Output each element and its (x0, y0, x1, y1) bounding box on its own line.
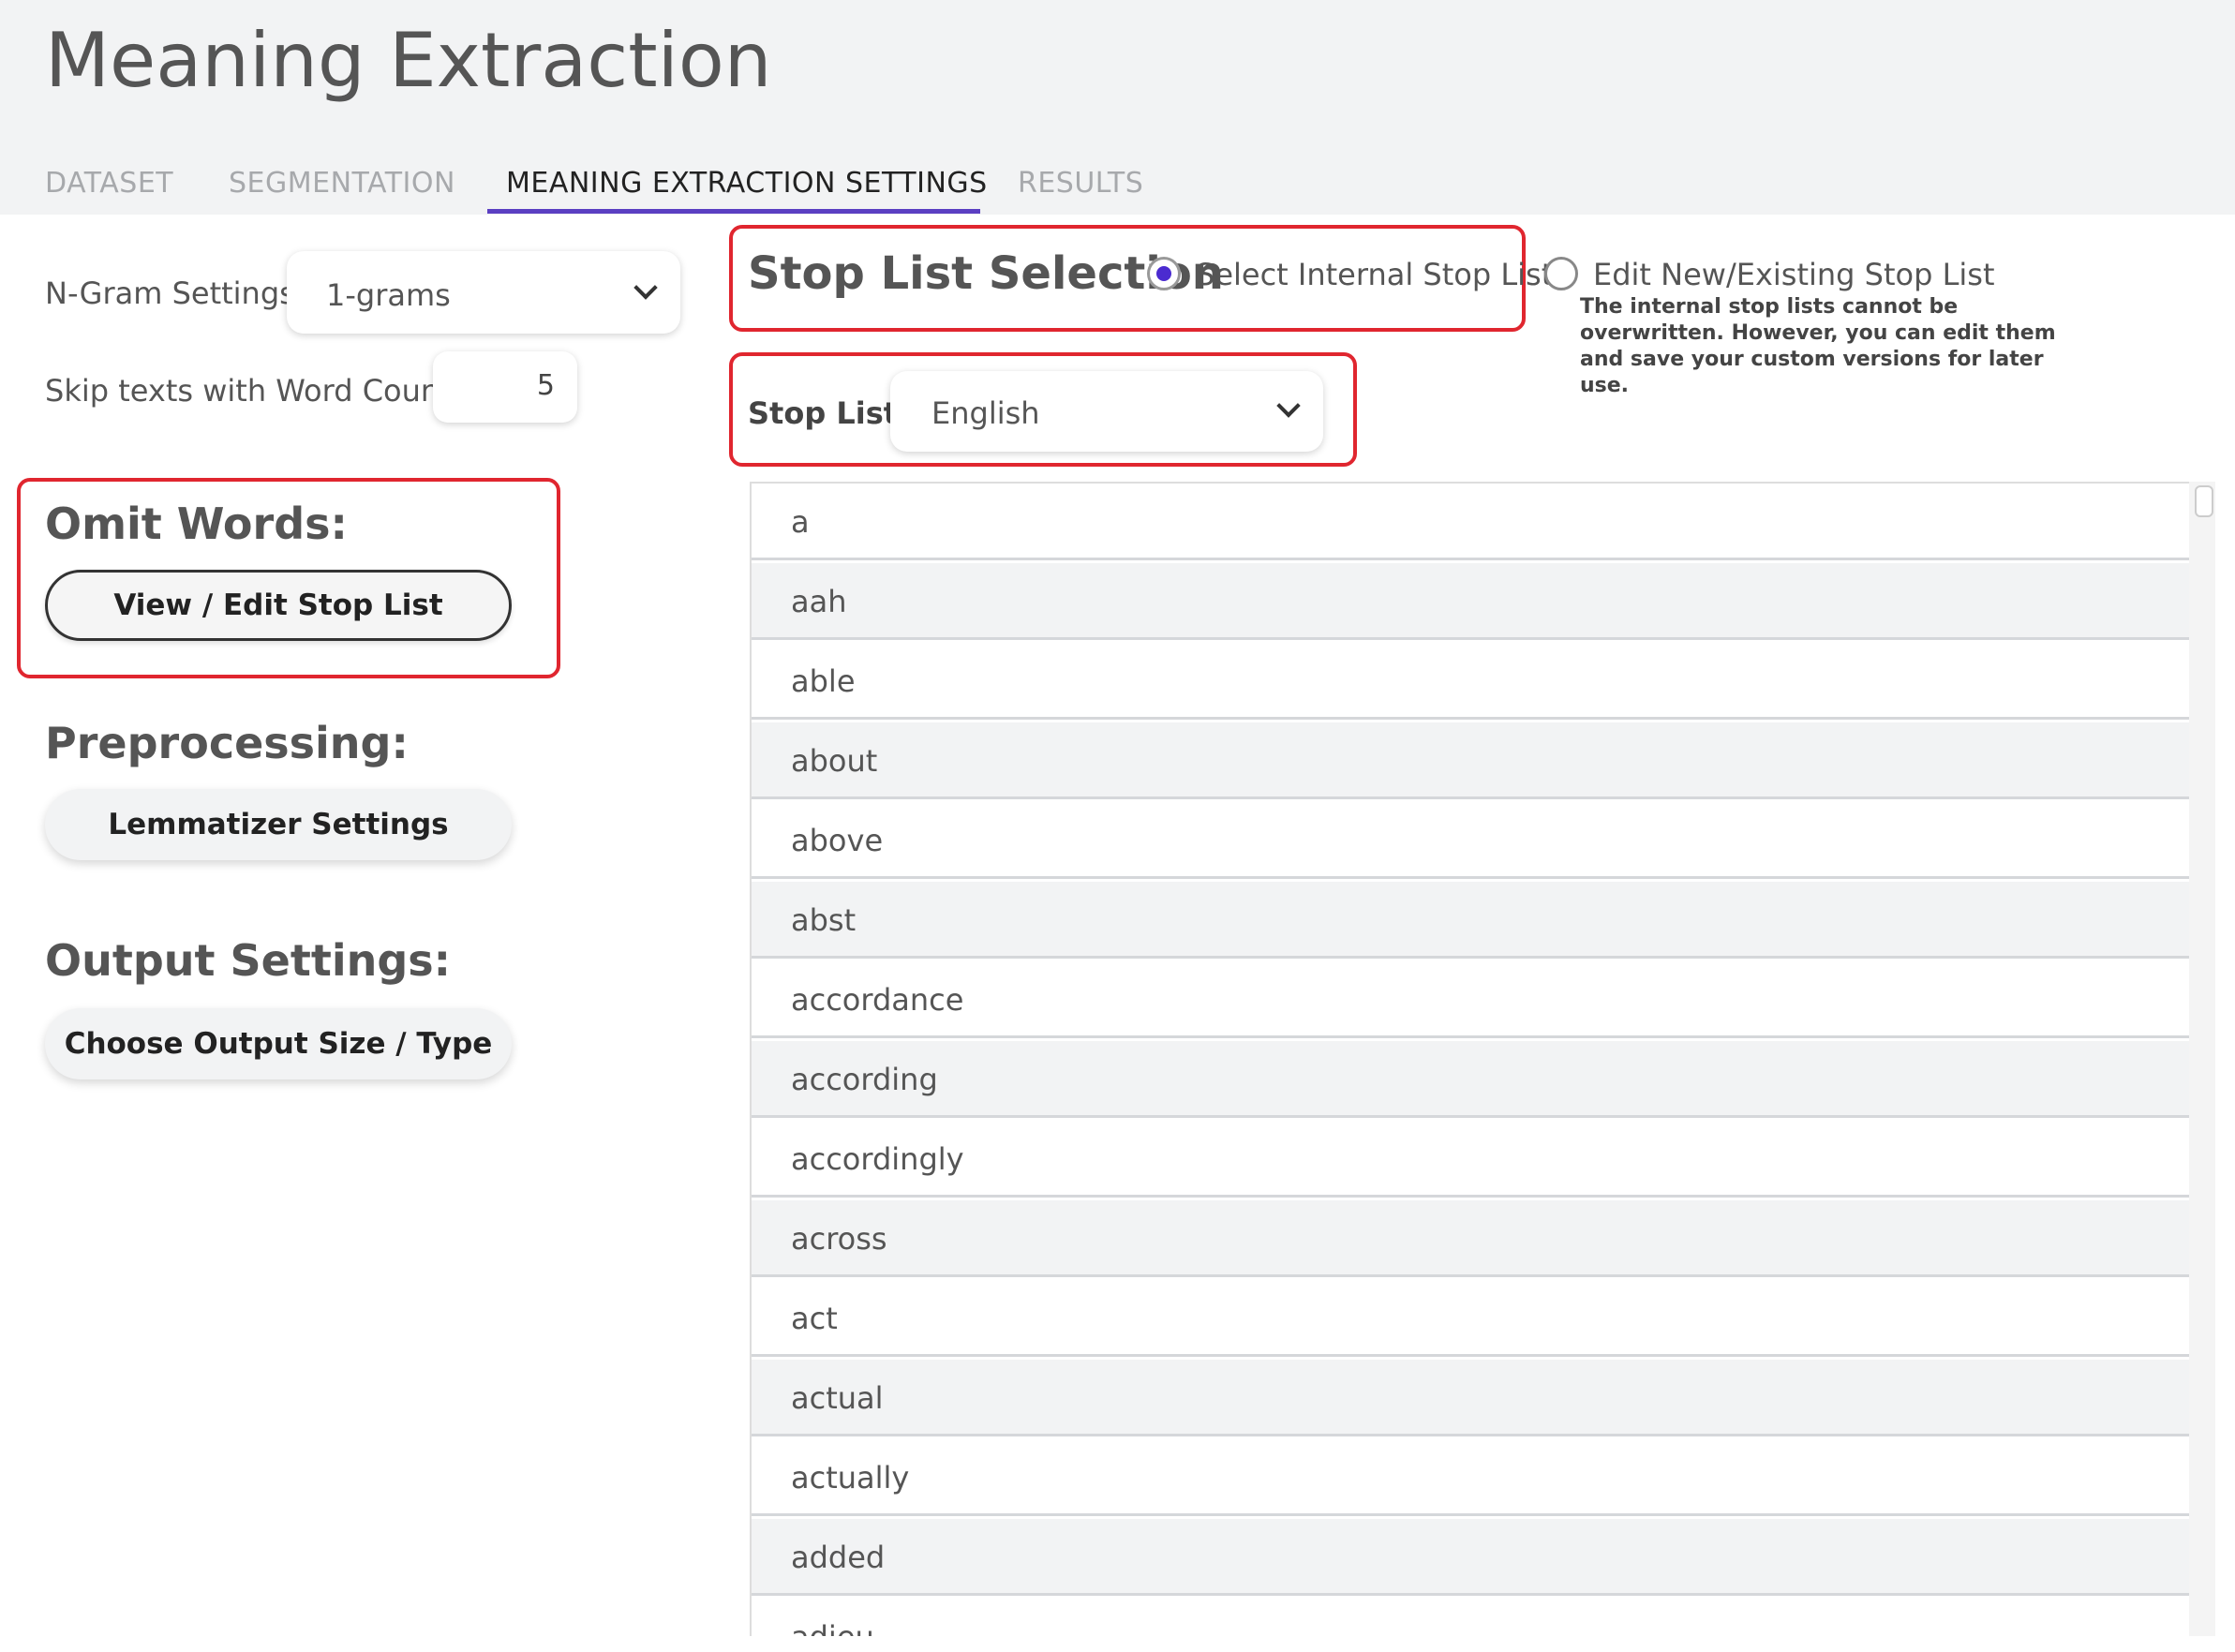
skip-word-count-label: Skip texts with Word Count < (45, 373, 486, 409)
lemmatizer-settings-button[interactable]: Lemmatizer Settings (45, 789, 512, 860)
stop-word-list[interactable]: a aah able about above abst accordance a… (750, 482, 2189, 1636)
stop-word-list-scrollbar[interactable] (2189, 482, 2215, 1636)
ngram-select-value: 1-grams (326, 277, 451, 313)
skip-word-count-field-container (433, 351, 577, 423)
list-item[interactable]: actually (752, 1439, 2189, 1516)
tab-dataset[interactable]: DATASET (45, 167, 173, 200)
stop-list-select-value: English (931, 395, 1040, 431)
list-item[interactable]: act (752, 1280, 2189, 1357)
view-edit-stop-list-button[interactable]: View / Edit Stop List (45, 570, 512, 641)
list-item[interactable]: about (752, 722, 2189, 799)
stop-list-label: Stop List: (748, 395, 910, 431)
radio-edit-stop-list-label[interactable]: Edit New/Existing Stop List (1593, 257, 1995, 292)
ngram-label: N-Gram Settings: (45, 275, 305, 311)
stop-list-note: The internal stop lists cannot be overwr… (1580, 295, 2056, 397)
radio-selected-dot (1156, 266, 1171, 281)
scrollbar-thumb[interactable] (2195, 485, 2213, 517)
list-item[interactable]: adieu (752, 1599, 2189, 1636)
omit-words-title: Omit Words: (45, 499, 348, 549)
list-item[interactable]: aah (752, 563, 2189, 640)
chevron-down-icon (1276, 394, 1301, 418)
list-item[interactable]: above (752, 802, 2189, 879)
list-item[interactable]: a (752, 484, 2189, 560)
list-item[interactable]: able (752, 643, 2189, 720)
list-item[interactable]: accordingly (752, 1121, 2189, 1198)
choose-output-size-type-button[interactable]: Choose Output Size / Type (45, 1008, 512, 1079)
radio-edit-stop-list[interactable] (1544, 257, 1578, 290)
stop-list-select[interactable]: English (890, 371, 1323, 452)
app-header: Meaning Extraction DATASET SEGMENTATION … (0, 0, 2235, 215)
list-item[interactable]: abst (752, 882, 2189, 959)
active-tab-indicator (487, 209, 980, 214)
list-item[interactable]: according (752, 1041, 2189, 1118)
radio-internal-stop-list[interactable] (1147, 257, 1181, 290)
app-title: Meaning Extraction (45, 17, 772, 104)
tab-bar: DATASET SEGMENTATION MEANING EXTRACTION … (0, 159, 1312, 215)
tab-meaning-extraction-settings[interactable]: MEANING EXTRACTION SETTINGS (506, 167, 988, 200)
tab-results[interactable]: RESULTS (1018, 167, 1143, 200)
output-settings-title: Output Settings: (45, 935, 452, 986)
list-item[interactable]: across (752, 1200, 2189, 1277)
list-item[interactable]: accordance (752, 961, 2189, 1038)
list-item[interactable]: actual (752, 1360, 2189, 1436)
list-item[interactable]: added (752, 1519, 2189, 1596)
tab-segmentation[interactable]: SEGMENTATION (229, 167, 455, 200)
skip-word-count-input[interactable] (459, 368, 557, 403)
preprocessing-title: Preprocessing: (45, 718, 409, 768)
radio-internal-stop-list-label[interactable]: Select Internal Stop List (1196, 257, 1553, 292)
ngram-select[interactable]: 1-grams (287, 251, 680, 334)
chevron-down-icon (633, 275, 658, 300)
